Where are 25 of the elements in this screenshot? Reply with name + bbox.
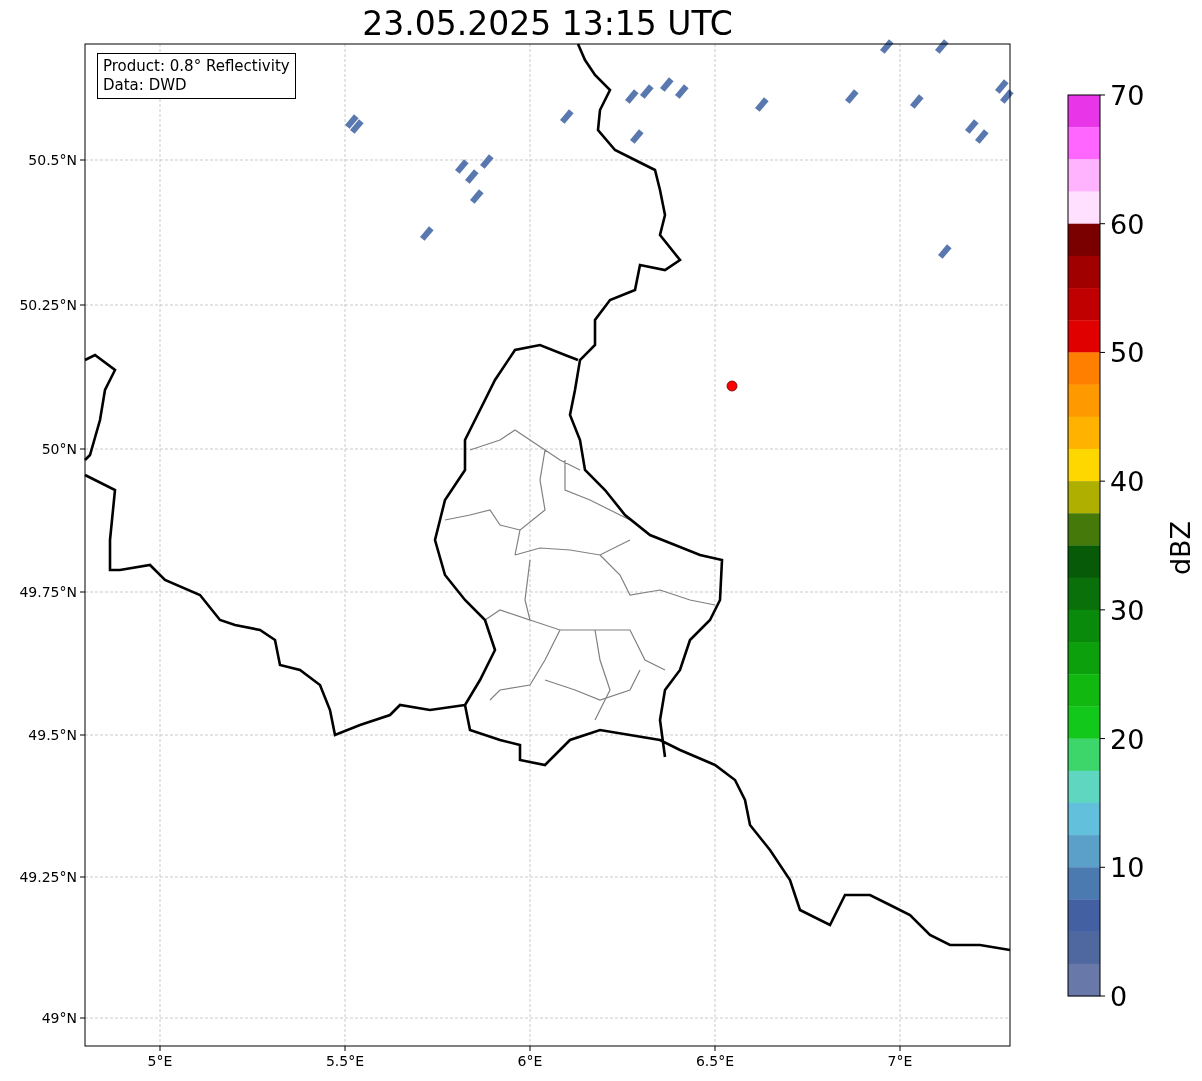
colorbar-tick-label: 20 bbox=[1110, 723, 1145, 755]
colorbar-tick-label: 60 bbox=[1110, 208, 1145, 240]
colorbar-tick-label: 50 bbox=[1110, 337, 1145, 369]
y-tick-label: 49°N bbox=[41, 1010, 77, 1026]
x-tick-label: 6.5°E bbox=[695, 1053, 735, 1069]
colorbar-tick-label: 70 bbox=[1110, 80, 1145, 111]
y-tick-label: 50.25°N bbox=[19, 297, 77, 313]
colorbar-tick-label: 30 bbox=[1110, 594, 1145, 626]
radar-site-marker bbox=[726, 380, 738, 392]
y-tick-label: 49.5°N bbox=[28, 727, 77, 743]
x-tick-label: 7°E bbox=[887, 1053, 913, 1069]
x-tick-label: 6°E bbox=[517, 1053, 543, 1069]
colorbar-tick-label: 0 bbox=[1110, 981, 1128, 1012]
y-tick-label: 50.5°N bbox=[28, 152, 77, 168]
colorbar-label: dBZ bbox=[1165, 520, 1196, 576]
info-text: Data: DWD bbox=[103, 76, 188, 95]
y-tick-label: 50°N bbox=[41, 441, 77, 457]
x-tick-label: 5.5°E bbox=[325, 1053, 365, 1069]
x-tick-label: 5°E bbox=[147, 1053, 173, 1069]
colorbar-tick-label: 40 bbox=[1110, 466, 1145, 498]
info-text: Product: 0.8° Reflectivity bbox=[103, 57, 290, 76]
y-tick-label: 49.25°N bbox=[19, 869, 77, 885]
colorbar-tick-label: 10 bbox=[1110, 852, 1145, 884]
chart-title: 23.05.2025 13:15 UTC bbox=[361, 3, 734, 45]
y-tick-label: 49.75°N bbox=[19, 584, 77, 600]
